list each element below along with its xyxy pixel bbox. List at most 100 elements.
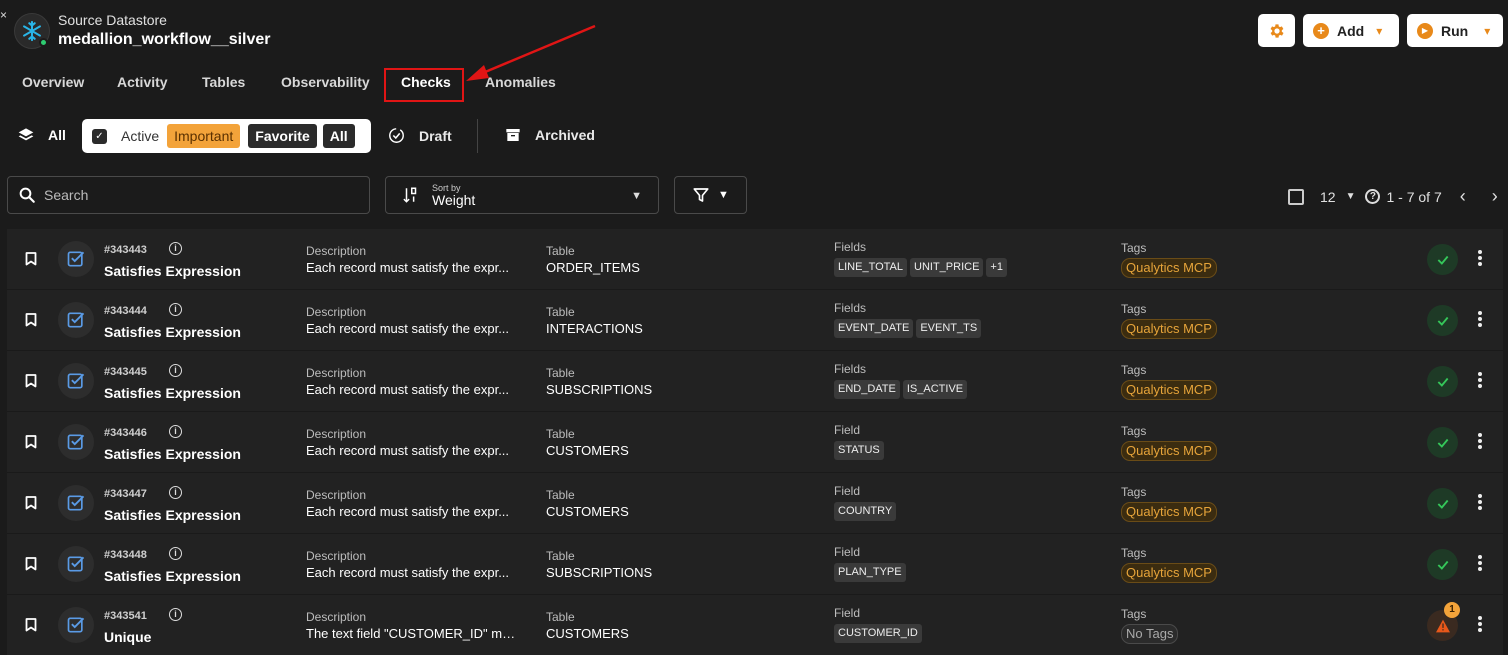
chevron-down-icon: ▾ [1484,23,1491,38]
more-options-icon[interactable] [1478,372,1482,390]
tags-label: Tags [1121,607,1147,621]
field-chip[interactable]: STATUS [834,441,884,460]
active-check-icon[interactable]: ✓ [92,128,107,144]
check-description: Each record must satisfy the expr... [306,504,510,519]
info-icon[interactable]: i [169,364,182,377]
more-options-icon[interactable] [1478,616,1482,634]
active-filter-group: ✓ Active Important Favorite All [82,119,371,153]
field-chip[interactable]: UNIT_PRICE [910,258,984,277]
filter-favorite[interactable]: Favorite [248,124,317,148]
check-tag: Qualytics MCP [1121,258,1217,278]
select-all-checkbox[interactable] [1288,188,1304,205]
settings-button[interactable] [1258,14,1295,47]
add-button[interactable]: + Add ▾ [1303,14,1399,47]
bookmark-icon[interactable] [25,435,37,449]
passed-check-icon[interactable] [1427,305,1458,336]
info-icon[interactable]: i [169,608,182,621]
info-icon[interactable]: i [169,486,182,499]
check-table[interactable]: ORDER_ITEMS [546,260,640,275]
check-table[interactable]: SUBSCRIPTIONS [546,382,652,397]
info-icon[interactable]: i [169,242,182,255]
field-chip[interactable]: COUNTRY [834,502,897,521]
check-table[interactable]: CUSTOMERS [546,443,629,458]
tab-observability[interactable]: Observability [281,74,370,90]
back-button[interactable]: × [0,8,10,22]
bookmark-icon[interactable] [25,496,37,510]
filter-archived[interactable]: Archived [505,127,595,143]
info-icon[interactable]: i [169,303,182,316]
next-page-icon[interactable]: › [1492,186,1498,207]
check-row[interactable]: #343447 i Satisfies Expression Descripti… [7,473,1503,534]
bookmark-icon[interactable] [25,313,37,327]
checkmark-icon [1437,255,1448,265]
filter-group-all[interactable]: All [322,124,355,148]
check-table[interactable]: SUBSCRIPTIONS [546,565,652,580]
info-icon[interactable]: i [169,547,182,560]
fields-label: Field [834,606,861,620]
field-chip[interactable]: PLAN_TYPE [834,563,906,582]
filter-draft[interactable]: Draft [388,127,452,144]
tab-overview[interactable]: Overview [22,74,84,90]
tab-tables[interactable]: Tables [202,74,245,90]
more-options-icon[interactable] [1478,494,1482,512]
check-row[interactable]: #343541 i Unique Description The text fi… [7,595,1503,655]
help-icon[interactable]: ? [1365,189,1381,204]
passed-check-icon[interactable] [1427,549,1458,580]
checkmark-icon [1437,316,1448,326]
prev-page-icon[interactable]: ‹ [1460,186,1466,207]
tags-label: Tags [1121,546,1147,560]
sort-by-select[interactable]: Sort by Weight ▼ [385,176,659,214]
page-size-caret-icon[interactable]: ▼ [1346,191,1356,202]
filter-active[interactable]: Active [121,128,159,144]
field-chip[interactable]: IS_ACTIVE [902,380,968,399]
field-chip[interactable]: END_DATE [834,380,900,399]
bookmark-icon[interactable] [25,374,37,388]
check-tag: Qualytics MCP [1121,502,1217,522]
check-row[interactable]: #343443 i Satisfies Expression Descripti… [7,229,1503,290]
filter-important[interactable]: Important [167,124,241,148]
field-chip[interactable]: +1 [986,258,1007,277]
check-row[interactable]: #343448 i Satisfies Expression Descripti… [7,534,1503,595]
check-table[interactable]: INTERACTIONS [546,321,643,336]
tags-label: Tags [1121,241,1147,255]
passed-check-icon[interactable] [1427,488,1458,519]
check-name: Satisfies Expression [104,324,241,340]
run-button[interactable]: ▶ Run ▾ [1407,14,1503,47]
check-square-icon [67,312,85,328]
more-options-icon[interactable] [1478,433,1482,451]
bookmark-icon[interactable] [25,618,37,632]
passed-check-icon[interactable] [1427,366,1458,397]
check-type-icon [58,546,94,582]
filter-button[interactable]: ▼ [674,176,747,214]
bookmark-icon[interactable] [25,252,37,266]
check-table[interactable]: CUSTOMERS [546,504,629,519]
more-options-icon[interactable] [1478,311,1482,329]
info-icon[interactable]: i [169,425,182,438]
more-options-icon[interactable] [1478,250,1482,268]
check-table[interactable]: CUSTOMERS [546,626,629,641]
table-label: Table [546,427,575,441]
check-name: Satisfies Expression [104,263,241,279]
table-label: Table [546,610,575,624]
check-fields: PLAN_TYPE [834,563,909,582]
field-chip[interactable]: CUSTOMER_ID [834,624,922,643]
search-input[interactable] [44,187,344,203]
chevron-down-icon: ▾ [1376,23,1383,38]
check-row[interactable]: #343445 i Satisfies Expression Descripti… [7,351,1503,412]
check-row[interactable]: #343444 i Satisfies Expression Descripti… [7,290,1503,351]
field-chip[interactable]: EVENT_TS [916,319,982,338]
more-options-icon[interactable] [1478,555,1482,573]
search-box[interactable] [7,176,370,214]
tab-activity[interactable]: Activity [117,74,168,90]
bookmark-icon[interactable] [25,557,37,571]
field-chip[interactable]: LINE_TOTAL [834,258,908,277]
check-fields: EVENT_DATE EVENT_TS [834,319,984,338]
tags-label: Tags [1121,363,1147,377]
check-row[interactable]: #343446 i Satisfies Expression Descripti… [7,412,1503,473]
field-chip[interactable]: EVENT_DATE [834,319,914,338]
page-range: 1 - 7 of 7 [1386,188,1442,205]
page-size[interactable]: 12 [1320,189,1336,205]
filter-all[interactable]: All [18,127,66,143]
passed-check-icon[interactable] [1427,427,1458,458]
passed-check-icon[interactable] [1427,244,1458,275]
